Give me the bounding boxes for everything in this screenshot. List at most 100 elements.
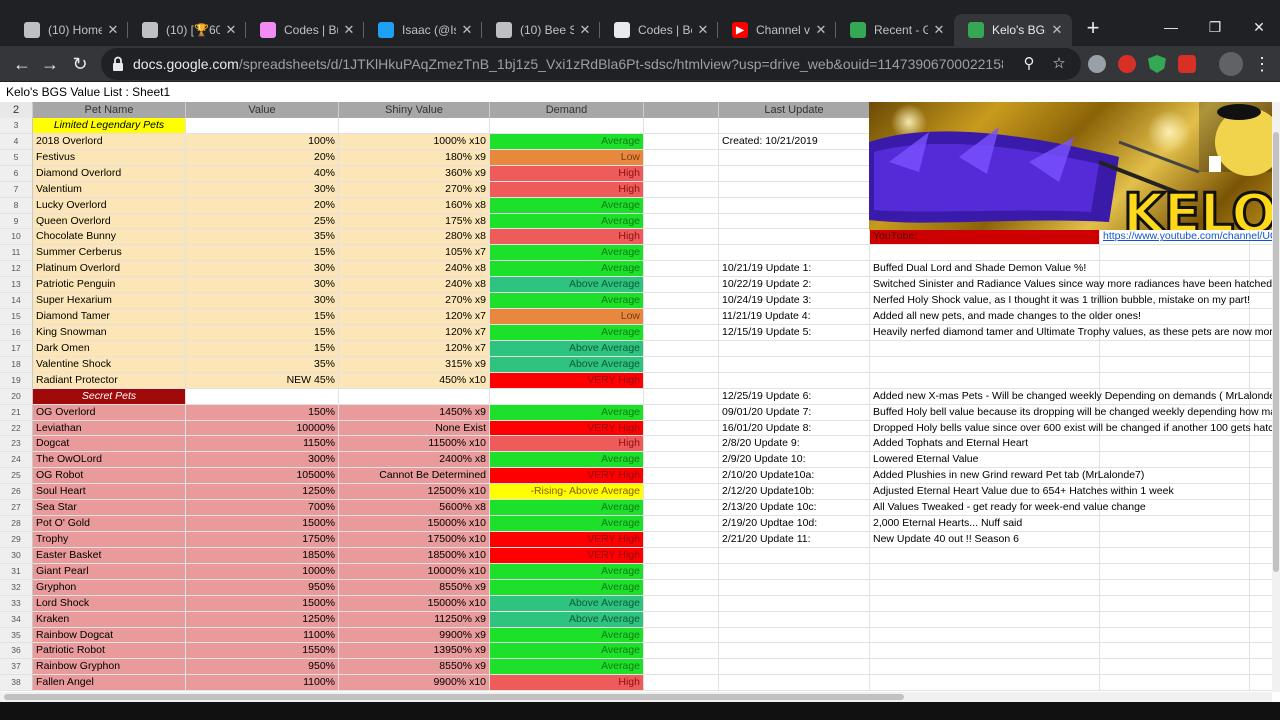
blank-cell: [644, 118, 719, 134]
extension-shield-icon[interactable]: [1148, 55, 1166, 73]
maximize-button[interactable]: ❐: [1200, 14, 1230, 40]
bookmark-star-icon[interactable]: ☆: [1049, 54, 1069, 74]
pet-name-cell: Radiant Protector: [33, 372, 186, 389]
tab-9[interactable]: Kelo's BGS ✕: [954, 14, 1072, 46]
youtube-label: YouTube:: [870, 229, 1100, 246]
blank-cell: [644, 229, 719, 246]
extra-cell: [1100, 516, 1250, 532]
extra-cell: [1250, 675, 1272, 692]
vertical-scrollbar[interactable]: [1272, 102, 1280, 692]
value-cell: [186, 388, 339, 405]
blank-cell: [644, 595, 719, 612]
pet-name-cell: Valentine Shock: [33, 356, 186, 373]
row-number: 21: [0, 404, 33, 421]
update-date-cell: [719, 118, 870, 134]
minimize-button[interactable]: —: [1156, 14, 1186, 40]
value-cell: 10500%: [186, 468, 339, 485]
close-tab-icon[interactable]: ✕: [1050, 22, 1064, 38]
update-date-cell: 10/22/19 Update 2:: [719, 277, 870, 294]
update-date-cell: 10/24/19 Update 3:: [719, 293, 870, 310]
extra-cell: [1100, 643, 1250, 660]
close-tab-icon[interactable]: ✕: [696, 22, 710, 38]
demand-cell: Average: [490, 324, 644, 341]
address-bar[interactable]: docs.google.com/spreadsheets/d/1JTKlHkuP…: [101, 48, 1081, 80]
shiny-value-cell: 120% x7: [339, 309, 490, 325]
row-number: 30: [0, 547, 33, 564]
pet-name-cell: Rainbow Gryphon: [33, 659, 186, 676]
sheet-title: Kelo's BGS Value List : Sheet1: [0, 82, 1280, 102]
row-number: 20: [0, 388, 33, 405]
new-tab-button[interactable]: +: [1082, 16, 1104, 42]
tab-4[interactable]: Isaac (@Isa ✕: [364, 14, 482, 46]
shiny-value-cell: 1450% x9: [339, 404, 490, 421]
update-date-cell: 09/01/20 Update 7:: [719, 404, 870, 421]
youtube-link[interactable]: https://www.youtube.com/channel/UC: [1100, 229, 1272, 246]
close-tab-icon[interactable]: ✕: [814, 22, 828, 38]
pet-name-cell: Fallen Angel: [33, 675, 186, 692]
tab-7[interactable]: ▶ Channel vid ✕: [718, 14, 836, 46]
close-tab-icon[interactable]: ✕: [342, 22, 356, 38]
extension-adblock-icon[interactable]: [1118, 55, 1136, 73]
forward-icon[interactable]: →: [36, 50, 64, 78]
vertical-scroll-thumb[interactable]: [1273, 132, 1279, 572]
update-note-cell: [870, 372, 1100, 389]
demand-cell: VERY High: [490, 547, 644, 564]
extension-chat-icon[interactable]: [1088, 55, 1106, 73]
update-date-cell: [719, 675, 870, 692]
extra-cell: [1250, 548, 1272, 564]
table-row: 18 Valentine Shock 35% 315% x9 Above Average: [0, 356, 1272, 373]
tab-3[interactable]: Codes | Bub ✕: [246, 14, 364, 46]
tab-6[interactable]: Codes | Bee ✕: [600, 14, 718, 46]
horizontal-scroll-thumb[interactable]: [4, 694, 904, 700]
update-note-cell: [870, 563, 1100, 580]
tab-8[interactable]: Recent - Go ✕: [836, 14, 954, 46]
twitter-icon: [378, 22, 394, 38]
menu-kebab-icon[interactable]: ⋮: [1248, 50, 1276, 78]
row-number: 5: [0, 149, 33, 166]
update-note-cell: Heavily nerfed diamond tamer and Ultimat…: [870, 324, 1272, 341]
tab-2[interactable]: (10) [🏆60(✕: [128, 14, 246, 46]
lock-icon: [113, 56, 123, 71]
extra-cell: [1100, 452, 1250, 469]
profile-avatar[interactable]: [1219, 52, 1243, 76]
blank-cell: [644, 213, 719, 230]
tab-5[interactable]: (10) Bee Sw ✕: [482, 14, 600, 46]
url-text[interactable]: docs.google.com/spreadsheets/d/1JTKlHkuP…: [133, 48, 1003, 80]
demand-cell: Average: [490, 404, 644, 421]
tab-1[interactable]: (10) Home ✕: [10, 14, 128, 46]
table-row: 37 Rainbow Gryphon 950% 8550% x9 Average: [0, 659, 1272, 676]
pet-name-cell: Easter Basket: [33, 547, 186, 564]
pet-name-cell: OG Robot: [33, 468, 186, 485]
extra-cell: [1100, 372, 1250, 389]
blank-cell: [644, 484, 719, 501]
close-tab-icon[interactable]: ✕: [106, 22, 120, 38]
reload-icon[interactable]: ↻: [66, 50, 94, 78]
shiny-value-cell: 8550% x9: [339, 659, 490, 676]
update-date-cell: 2/8/20 Update 9:: [719, 436, 870, 453]
pet-name-cell: Summer Cerberus: [33, 245, 186, 262]
close-tab-icon[interactable]: ✕: [578, 22, 592, 38]
back-icon[interactable]: ←: [8, 50, 36, 78]
update-date-cell: 12/25/19 Update 6:: [719, 388, 870, 405]
extra-cell: [1100, 436, 1250, 453]
value-cell: 15%: [186, 245, 339, 262]
row-number: 34: [0, 611, 33, 628]
shiny-value-cell: None Exist: [339, 420, 490, 437]
table-row: 11 Summer Cerberus 15% 105% x7 Average: [0, 245, 1272, 262]
update-date-cell: [719, 547, 870, 564]
zoom-search-icon[interactable]: ⚲: [1019, 54, 1039, 74]
value-cell: 1500%: [186, 516, 339, 532]
close-tab-icon[interactable]: ✕: [932, 22, 946, 38]
table-row: 28 Pot O' Gold 1500% 15000% x10 Average 2/19/…: [0, 516, 1272, 532]
extension-red-icon[interactable]: [1178, 55, 1196, 73]
blank-cell: [644, 611, 719, 628]
close-tab-icon[interactable]: ✕: [224, 22, 238, 38]
row-number: 35: [0, 627, 33, 644]
blank-cell: [644, 659, 719, 676]
blank-cell: [644, 643, 719, 660]
value-cell: 10000%: [186, 420, 339, 437]
value-cell: 950%: [186, 579, 339, 596]
horizontal-scrollbar[interactable]: [0, 692, 1272, 702]
close-window-button[interactable]: ✕: [1244, 14, 1274, 40]
close-tab-icon[interactable]: ✕: [460, 22, 474, 38]
